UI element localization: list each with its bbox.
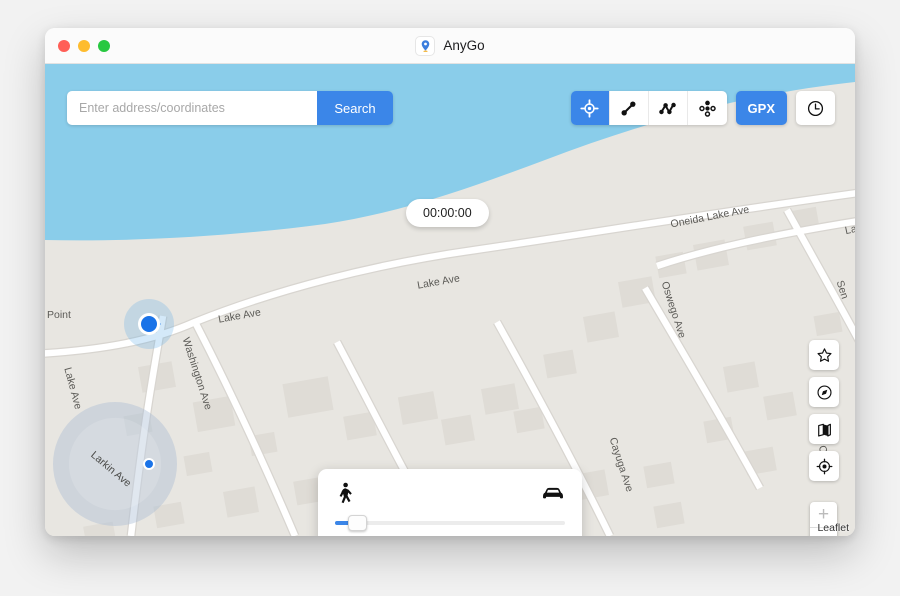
- map-control-stack: [809, 340, 839, 481]
- clock-icon[interactable]: [796, 91, 835, 125]
- app-window: AnyGo: [45, 28, 855, 536]
- window-controls: [58, 40, 110, 52]
- gpx-button[interactable]: GPX: [736, 91, 787, 125]
- loop-route-icon[interactable]: [688, 91, 727, 125]
- leaflet-attribution[interactable]: Leaflet: [817, 522, 849, 534]
- layers-icon[interactable]: [809, 414, 839, 444]
- map-canvas[interactable]: Point Lake Ave Lake Ave Oneida Lake Ave …: [45, 64, 855, 536]
- speed-panel: Speed 2 m/s,7.20 km/h: [318, 469, 582, 536]
- map-toolbar: GPX: [571, 91, 835, 125]
- crosshair-target-icon[interactable]: [571, 91, 610, 125]
- slider-track: [335, 521, 565, 525]
- title-bar: AnyGo: [45, 28, 855, 64]
- elapsed-timer: 00:00:00: [406, 199, 489, 227]
- favorites-star-icon[interactable]: [809, 340, 839, 370]
- mode-tool-group: [571, 91, 727, 125]
- multi-point-route-icon[interactable]: [649, 91, 688, 125]
- maximize-button[interactable]: [98, 40, 110, 52]
- search-input[interactable]: [67, 91, 317, 125]
- title-center: AnyGo: [45, 36, 855, 56]
- slider-thumb[interactable]: [348, 515, 367, 531]
- car-icon: [541, 484, 565, 507]
- compass-icon[interactable]: [809, 377, 839, 407]
- two-point-route-icon[interactable]: [610, 91, 649, 125]
- speed-icon-row: [335, 482, 565, 509]
- locate-me-icon[interactable]: [809, 451, 839, 481]
- minimize-button[interactable]: [78, 40, 90, 52]
- search-bar: Search: [67, 91, 393, 125]
- close-button[interactable]: [58, 40, 70, 52]
- window-title: AnyGo: [443, 38, 484, 53]
- map-tiles: [45, 64, 855, 536]
- speed-slider[interactable]: [335, 515, 565, 531]
- map-pin-icon: [415, 36, 435, 56]
- pedestrian-icon: [335, 482, 355, 509]
- search-button[interactable]: Search: [317, 91, 393, 125]
